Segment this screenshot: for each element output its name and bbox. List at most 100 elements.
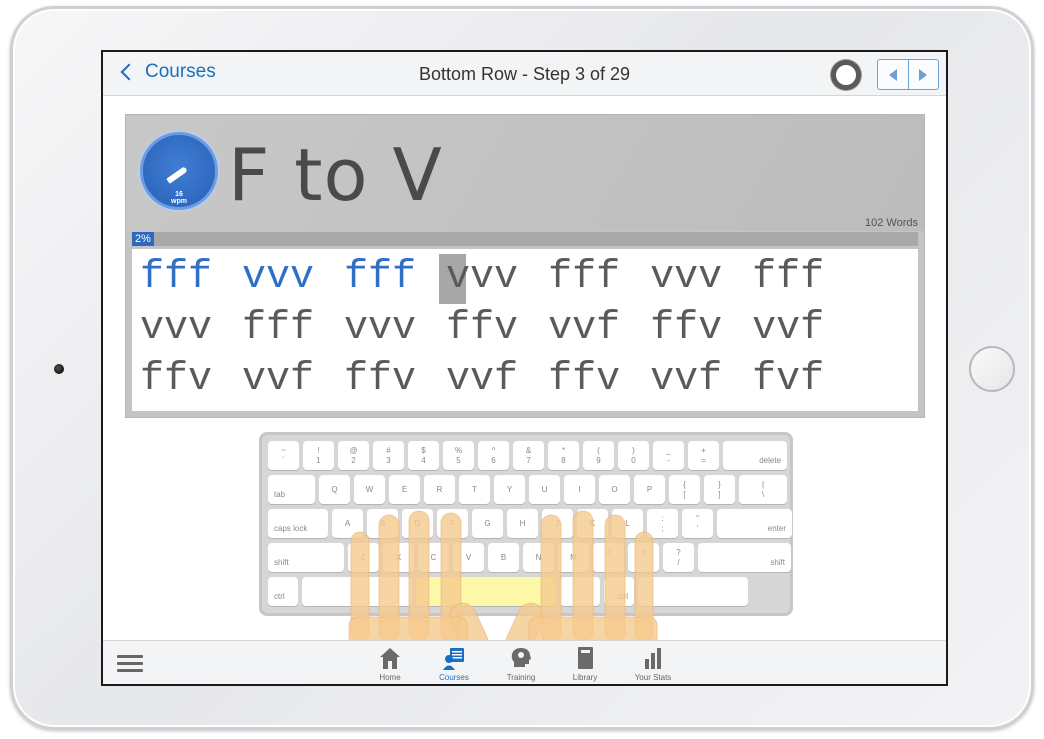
lesson-title: F to V	[228, 133, 443, 217]
key--[interactable]: + =	[688, 441, 719, 470]
key-tab[interactable]: tab	[268, 475, 315, 504]
key-x[interactable]: X	[383, 543, 414, 572]
key-label: F	[450, 518, 455, 528]
key-o[interactable]: O	[599, 475, 630, 504]
key-2[interactable]: @2	[338, 441, 369, 470]
key-label: ,	[607, 557, 610, 567]
key-8[interactable]: * 8	[548, 441, 579, 470]
key-blank[interactable]	[416, 577, 556, 606]
key-y[interactable]: Y	[494, 475, 525, 504]
tab-home[interactable]: Home	[360, 645, 420, 682]
key-shift-label: ?	[676, 547, 681, 557]
key-h[interactable]: H	[507, 509, 538, 538]
key-ctrl[interactable]: ctrl	[604, 577, 634, 606]
key-shift-label: |	[761, 479, 765, 489]
speedometer-needle	[166, 166, 188, 184]
tab-label: Training	[506, 673, 536, 682]
key--[interactable]: }]	[704, 475, 735, 504]
key-4[interactable]: $4	[408, 441, 439, 470]
key-ctrl[interactable]: ctrl	[268, 577, 298, 606]
key-7[interactable]: & 7	[513, 441, 544, 470]
key-9[interactable]: (9	[583, 441, 614, 470]
key-0[interactable]: ) 0	[618, 441, 649, 470]
key--[interactable]: ? /	[663, 543, 694, 572]
training-icon	[511, 648, 531, 667]
key-label: W	[365, 484, 374, 494]
key-v[interactable]: V	[453, 543, 484, 572]
key-label: shift	[274, 558, 289, 567]
text-line: vvv fff vvv ffv vvf ffv vvf	[140, 306, 854, 352]
key-a[interactable]: A	[332, 509, 363, 538]
key-t[interactable]: T	[459, 475, 490, 504]
key-blank[interactable]	[638, 577, 748, 606]
key-shift-label: >	[641, 547, 646, 557]
progress-ring-icon[interactable]	[831, 60, 861, 90]
key-q[interactable]: Q	[319, 475, 350, 504]
key--[interactable]: >.	[628, 543, 659, 572]
key-label: tab	[274, 490, 286, 499]
key-z[interactable]: Z	[348, 543, 379, 572]
key-l[interactable]: L	[612, 509, 643, 538]
key-shift[interactable]: shift	[698, 543, 791, 572]
word: ffv	[548, 357, 621, 402]
key-shift-label: %	[454, 445, 463, 455]
key-i[interactable]: I	[564, 475, 595, 504]
tab-training[interactable]: Training	[491, 645, 551, 682]
key-shift[interactable]: shift	[268, 543, 344, 572]
key--[interactable]: _ -	[653, 441, 684, 470]
key-label: I	[578, 484, 581, 494]
tab-library[interactable]: Library	[555, 645, 615, 682]
key-m[interactable]: M	[558, 543, 589, 572]
typing-text-area[interactable]: fff vvv fff vvv fff vvv fff vvv fff vvv ffv vvf ffv v…	[132, 249, 918, 411]
key-shift-label: )	[632, 445, 635, 455]
key--[interactable]: {[	[669, 475, 700, 504]
key-u[interactable]: U	[529, 475, 560, 504]
keyboard-row: tab Q W E R T Y U I O P{[}] | \	[268, 475, 787, 504]
key-r[interactable]: R	[424, 475, 455, 504]
key-n[interactable]: N	[523, 543, 554, 572]
key-label: 0	[631, 455, 636, 465]
key-shift-label: :	[661, 513, 664, 523]
word: vvv	[242, 255, 315, 300]
key--[interactable]: ~ `	[268, 441, 299, 470]
menu-button[interactable]	[117, 653, 143, 673]
tab-label: Home	[379, 673, 401, 682]
key-enter[interactable]: enter	[717, 509, 792, 538]
next-step-button[interactable]	[907, 60, 939, 89]
key-c[interactable]: C	[418, 543, 449, 572]
key-6[interactable]: ^ 6	[478, 441, 509, 470]
key-label: H	[519, 518, 526, 528]
key--[interactable]: <,	[593, 543, 624, 572]
key--[interactable]: " '	[682, 509, 713, 538]
key-f[interactable]: F	[437, 509, 468, 538]
tab-label: Your Stats	[634, 673, 672, 682]
key-delete[interactable]: delete	[723, 441, 787, 470]
home-hardware-button[interactable]	[969, 346, 1015, 392]
tab-your-stats[interactable]: Your Stats	[623, 645, 683, 682]
key-shift-label: $	[421, 445, 426, 455]
key-s[interactable]: S	[367, 509, 398, 538]
key-d[interactable]: D	[402, 509, 433, 538]
key--[interactable]: | \	[739, 475, 787, 504]
key-blank[interactable]	[302, 577, 412, 606]
key-b[interactable]: B	[488, 543, 519, 572]
library-icon	[578, 647, 593, 669]
key-g[interactable]: G	[472, 509, 503, 538]
key-1[interactable]: ! 1	[303, 441, 334, 470]
key-label: G	[484, 518, 491, 528]
key--[interactable]: :;	[647, 509, 678, 538]
key-label: C	[430, 552, 437, 562]
key-k[interactable]: K	[577, 509, 608, 538]
key-e[interactable]: E	[389, 475, 420, 504]
key-j[interactable]: J	[542, 509, 573, 538]
tab-courses[interactable]: Courses	[424, 645, 484, 682]
key-p[interactable]: P	[634, 475, 665, 504]
word: fff	[140, 255, 213, 300]
key-3[interactable]: #3	[373, 441, 404, 470]
key-5[interactable]: % 5	[443, 441, 474, 470]
key-label: A	[344, 518, 351, 528]
key-caps-lock[interactable]: caps lock	[268, 509, 328, 538]
previous-step-button[interactable]	[878, 60, 908, 89]
key-blank[interactable]	[560, 577, 600, 606]
key-w[interactable]: W	[354, 475, 385, 504]
